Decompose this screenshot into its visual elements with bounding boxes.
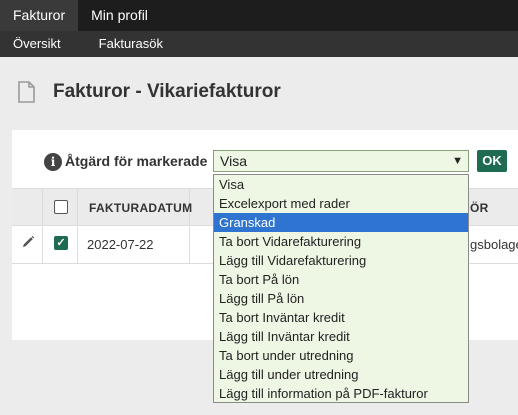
chevron-down-icon: ▼ [452, 155, 463, 167]
pencil-icon[interactable] [21, 235, 35, 249]
top-navigation: Fakturor Min profil [0, 0, 518, 31]
subnav-item-oversikt[interactable]: Översikt [0, 31, 74, 57]
subnav-item-fakturasok[interactable]: Fakturasök [74, 31, 176, 57]
action-dropdown-list: Visa Excelexport med rader Granskad Ta b… [213, 174, 469, 403]
dropdown-option[interactable]: Ta bort På lön [214, 270, 468, 289]
column-divider [77, 226, 78, 263]
action-select[interactable]: Visa ▼ [213, 150, 469, 172]
tab-fakturor[interactable]: Fakturor [0, 0, 79, 31]
dropdown-option[interactable]: Lägg till Inväntar kredit [214, 327, 468, 346]
dropdown-option[interactable]: Excelexport med rader [214, 194, 468, 213]
column-header-fakturadatum[interactable]: FAKTURADATUM [89, 201, 192, 215]
tab-min-profil[interactable]: Min profil [78, 0, 161, 31]
page-title: Fakturor - Vikariefakturor [53, 81, 281, 102]
cell-fakturadatum: 2022-07-22 [87, 237, 154, 252]
select-all-checkbox[interactable] [54, 200, 68, 214]
row-checkbox[interactable]: ✓ [54, 236, 68, 250]
action-select-value: Visa [220, 153, 247, 169]
dropdown-option[interactable]: Ta bort under utredning [214, 346, 468, 365]
dropdown-option[interactable]: Lägg till under utredning [214, 365, 468, 384]
column-divider [42, 189, 43, 226]
document-icon [18, 81, 35, 103]
dropdown-option-highlighted[interactable]: Granskad [214, 213, 468, 232]
column-header-partial[interactable]: ÖR [470, 201, 489, 215]
column-divider [42, 226, 43, 263]
action-label: Åtgärd för markerade [65, 153, 208, 169]
dropdown-option[interactable]: Ta bort Vidarefakturering [214, 232, 468, 251]
column-divider [189, 226, 190, 263]
dropdown-option[interactable]: Visa [214, 175, 468, 194]
sub-navigation: Översikt Fakturasök [0, 31, 518, 57]
cell-partial: gsbolage [470, 237, 518, 252]
column-divider [77, 189, 78, 226]
dropdown-option[interactable]: Lägg till information på PDF-fakturor [214, 384, 468, 403]
dropdown-option[interactable]: Lägg till På lön [214, 289, 468, 308]
info-icon[interactable]: i [44, 153, 62, 171]
dropdown-option[interactable]: Lägg till Vidarefakturering [214, 251, 468, 270]
ok-button[interactable]: OK [477, 150, 507, 172]
dropdown-option[interactable]: Ta bort Inväntar kredit [214, 308, 468, 327]
